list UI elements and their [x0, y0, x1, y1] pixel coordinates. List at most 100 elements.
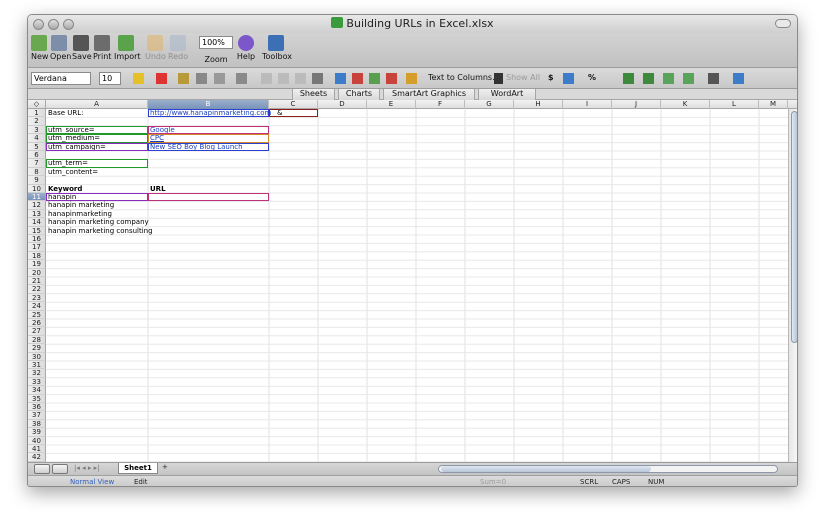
- num-indicator: NUM: [648, 478, 665, 486]
- decrease-decimal-icon[interactable]: [643, 73, 654, 84]
- cell-a1[interactable]: Base URL:: [48, 109, 84, 117]
- cell-a13[interactable]: hanapinmarketing: [48, 210, 112, 218]
- toolbox-label: Toolbox: [262, 52, 292, 61]
- cell-a8[interactable]: utm_content=: [48, 168, 98, 176]
- show-all-button[interactable]: Show All: [506, 73, 540, 82]
- sort-icon[interactable]: [406, 73, 417, 84]
- redo-label: Redo: [168, 52, 189, 61]
- new-label: New: [31, 52, 49, 61]
- standard-toolbar: New Open Save Print Import Undo Redo 100…: [28, 33, 797, 68]
- view-mode-label: Normal View: [70, 478, 115, 486]
- cell-a3[interactable]: utm_source=: [48, 126, 95, 134]
- cell-borders-icon[interactable]: [708, 73, 719, 84]
- borders-icon[interactable]: [236, 73, 247, 84]
- paste-icon[interactable]: [214, 73, 225, 84]
- redo-button[interactable]: Redo: [168, 35, 188, 61]
- gridlines: [46, 109, 788, 462]
- cell-a11[interactable]: hanapin: [48, 193, 76, 201]
- spreadsheet-grid[interactable]: ◇ ABCDEFGHIJKLM 1 2 3 4 5 6 7 8 9 10 11 12 13 14 15 16 1…: [28, 100, 797, 462]
- format-painter-icon[interactable]: [178, 73, 189, 84]
- toolbar-toggle-button[interactable]: [775, 19, 791, 28]
- excel-file-icon: [331, 17, 344, 28]
- add-sheet-button[interactable]: +: [162, 463, 168, 471]
- cell-a10[interactable]: Keyword: [48, 185, 82, 193]
- formatting-toolbar: Verdana 10 Text to Columns... Show All $…: [28, 68, 797, 89]
- help-label: Help: [236, 52, 256, 61]
- cell-b1[interactable]: http://www.hanapinmarketing.com: [150, 109, 271, 117]
- status-bar: Normal View Edit Sum=0 SCRL CAPS NUM: [28, 475, 797, 486]
- undo-button[interactable]: Undo: [145, 35, 166, 61]
- copy-icon[interactable]: [196, 73, 207, 84]
- cell-b5[interactable]: New SEO Boy Blog Launch: [150, 143, 243, 151]
- open-label: Open: [50, 52, 72, 61]
- insert-columns-icon[interactable]: [386, 73, 397, 84]
- horizontal-scrollbar[interactable]: [438, 465, 778, 473]
- insert-table-icon[interactable]: [335, 73, 346, 84]
- horizontal-scroll-thumb[interactable]: [441, 466, 651, 472]
- increase-indent-icon[interactable]: [683, 73, 694, 84]
- tab-charts[interactable]: Charts: [338, 89, 380, 100]
- decrease-indent-icon[interactable]: [663, 73, 674, 84]
- page-layout-view-button[interactable]: [52, 464, 68, 474]
- insert-sheet-icon[interactable]: [369, 73, 380, 84]
- toolbox-button[interactable]: Toolbox: [262, 35, 292, 61]
- font-color-icon[interactable]: [156, 73, 167, 84]
- font-select[interactable]: Verdana: [31, 72, 91, 85]
- scrl-indicator: SCRL: [580, 478, 599, 486]
- save-icon: [73, 35, 89, 51]
- autosum-icon[interactable]: [563, 73, 574, 84]
- normal-view-button[interactable]: [34, 464, 50, 474]
- cell-b10[interactable]: URL: [150, 185, 166, 193]
- open-button[interactable]: Open: [50, 35, 72, 61]
- cell-a12[interactable]: hanapin marketing: [48, 201, 114, 209]
- cell-a4[interactable]: utm_medium=: [48, 134, 100, 142]
- cell-b4[interactable]: CPC: [150, 134, 164, 142]
- redo-icon: [170, 35, 186, 51]
- new-icon: [31, 35, 47, 51]
- align-left-icon[interactable]: [261, 73, 272, 84]
- font-size-select[interactable]: 10: [99, 72, 121, 85]
- cell-a7[interactable]: utm_term=: [48, 159, 88, 167]
- align-right-icon[interactable]: [295, 73, 306, 84]
- print-button[interactable]: Print: [93, 35, 111, 61]
- vertical-scrollbar[interactable]: [788, 109, 797, 462]
- window-title-wrap: Building URLs in Excel.xlsx: [28, 17, 797, 30]
- new-button[interactable]: New: [31, 35, 49, 61]
- cell-a5[interactable]: utm_campaign=: [48, 143, 106, 151]
- currency-button[interactable]: $: [548, 73, 554, 82]
- tab-sheets[interactable]: Sheets: [292, 89, 335, 100]
- vertical-scroll-thumb[interactable]: [791, 111, 797, 343]
- increase-decimal-icon[interactable]: [623, 73, 634, 84]
- cell-a15[interactable]: hanapin marketing consulting: [48, 227, 153, 235]
- toolbox-icon: [268, 35, 284, 51]
- open-icon: [51, 35, 67, 51]
- fill-color-icon[interactable]: [133, 73, 144, 84]
- cell-b3[interactable]: Google: [150, 126, 175, 134]
- caps-indicator: CAPS: [612, 478, 631, 486]
- cell-c1[interactable]: &: [277, 109, 282, 117]
- help-icon: [238, 35, 254, 51]
- wrap-text-icon[interactable]: [312, 73, 323, 84]
- tab-smartart-graphics[interactable]: SmartArt Graphics: [383, 89, 475, 100]
- sheet-tab-bar: |◂ ◂ ▸ ▸| Sheet1 +: [28, 462, 797, 475]
- undo-label: Undo: [145, 52, 166, 61]
- filter-icon[interactable]: [494, 73, 503, 84]
- sheet-tab-sheet1[interactable]: Sheet1: [118, 463, 158, 474]
- import-icon: [118, 35, 134, 51]
- formula-sum-icon[interactable]: [733, 73, 744, 84]
- align-center-icon[interactable]: [278, 73, 289, 84]
- cell-a14[interactable]: hanapin marketing company: [48, 218, 149, 226]
- undo-icon: [147, 35, 163, 51]
- tab-wordart[interactable]: WordArt: [478, 89, 536, 100]
- text-to-columns-button[interactable]: Text to Columns...: [428, 73, 500, 82]
- edit-mode-label: Edit: [134, 478, 148, 486]
- help-button[interactable]: Help: [236, 35, 256, 61]
- percent-button[interactable]: %: [588, 73, 596, 82]
- save-button[interactable]: Save: [72, 35, 92, 61]
- insert-chart-icon[interactable]: [352, 73, 363, 84]
- sheet-nav-arrows[interactable]: |◂ ◂ ▸ ▸|: [74, 464, 99, 472]
- zoom-select[interactable]: 100%: [199, 36, 233, 49]
- zoom-label-wrap: Zoom: [204, 54, 228, 64]
- save-label: Save: [72, 52, 92, 61]
- import-button[interactable]: Import: [114, 35, 141, 61]
